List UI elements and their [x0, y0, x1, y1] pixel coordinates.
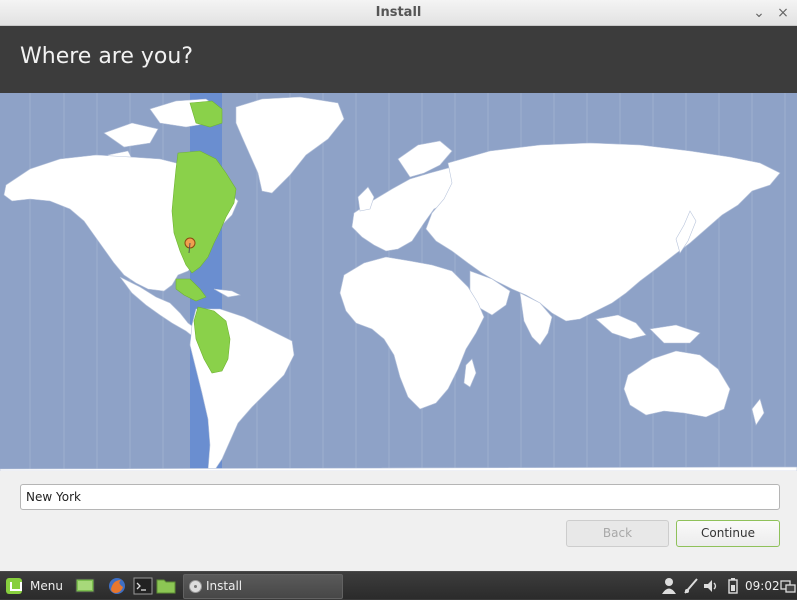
firefox-icon[interactable]	[107, 577, 127, 595]
menu-button[interactable]: Menu	[2, 572, 68, 600]
disc-icon	[189, 580, 202, 593]
page-header: Where are you?	[0, 26, 797, 93]
timezone-map[interactable]	[0, 93, 797, 471]
workspace-icon[interactable]	[780, 577, 796, 595]
world-map-graphic[interactable]	[0, 93, 797, 471]
menu-label: Menu	[30, 579, 63, 593]
terminal-icon[interactable]	[133, 577, 153, 595]
desktop-icon[interactable]	[75, 577, 95, 595]
clock[interactable]: 09:02	[745, 579, 780, 593]
battery-icon[interactable]	[725, 577, 741, 595]
back-button[interactable]: Back	[566, 520, 669, 547]
window-title: Install	[375, 5, 422, 20]
user-icon[interactable]	[661, 577, 677, 595]
page-title: Where are you?	[20, 44, 193, 69]
files-icon[interactable]	[156, 577, 176, 595]
minimize-icon[interactable]: ⌄	[749, 3, 769, 23]
title-bar[interactable]: Install ⌄ ×	[0, 0, 797, 26]
continue-button[interactable]: Continue	[676, 520, 780, 547]
installer-window: Install ⌄ × Where are you? New York Back…	[0, 0, 797, 571]
task-label: Install	[206, 579, 243, 593]
location-input[interactable]	[20, 484, 780, 510]
network-icon[interactable]	[683, 577, 699, 595]
close-icon[interactable]: ×	[773, 3, 793, 23]
taskbar: Menu Install 09:02	[0, 571, 797, 599]
mint-logo-icon	[6, 578, 22, 594]
taskbar-window-install[interactable]: Install	[183, 574, 343, 599]
volume-icon[interactable]	[703, 577, 719, 595]
